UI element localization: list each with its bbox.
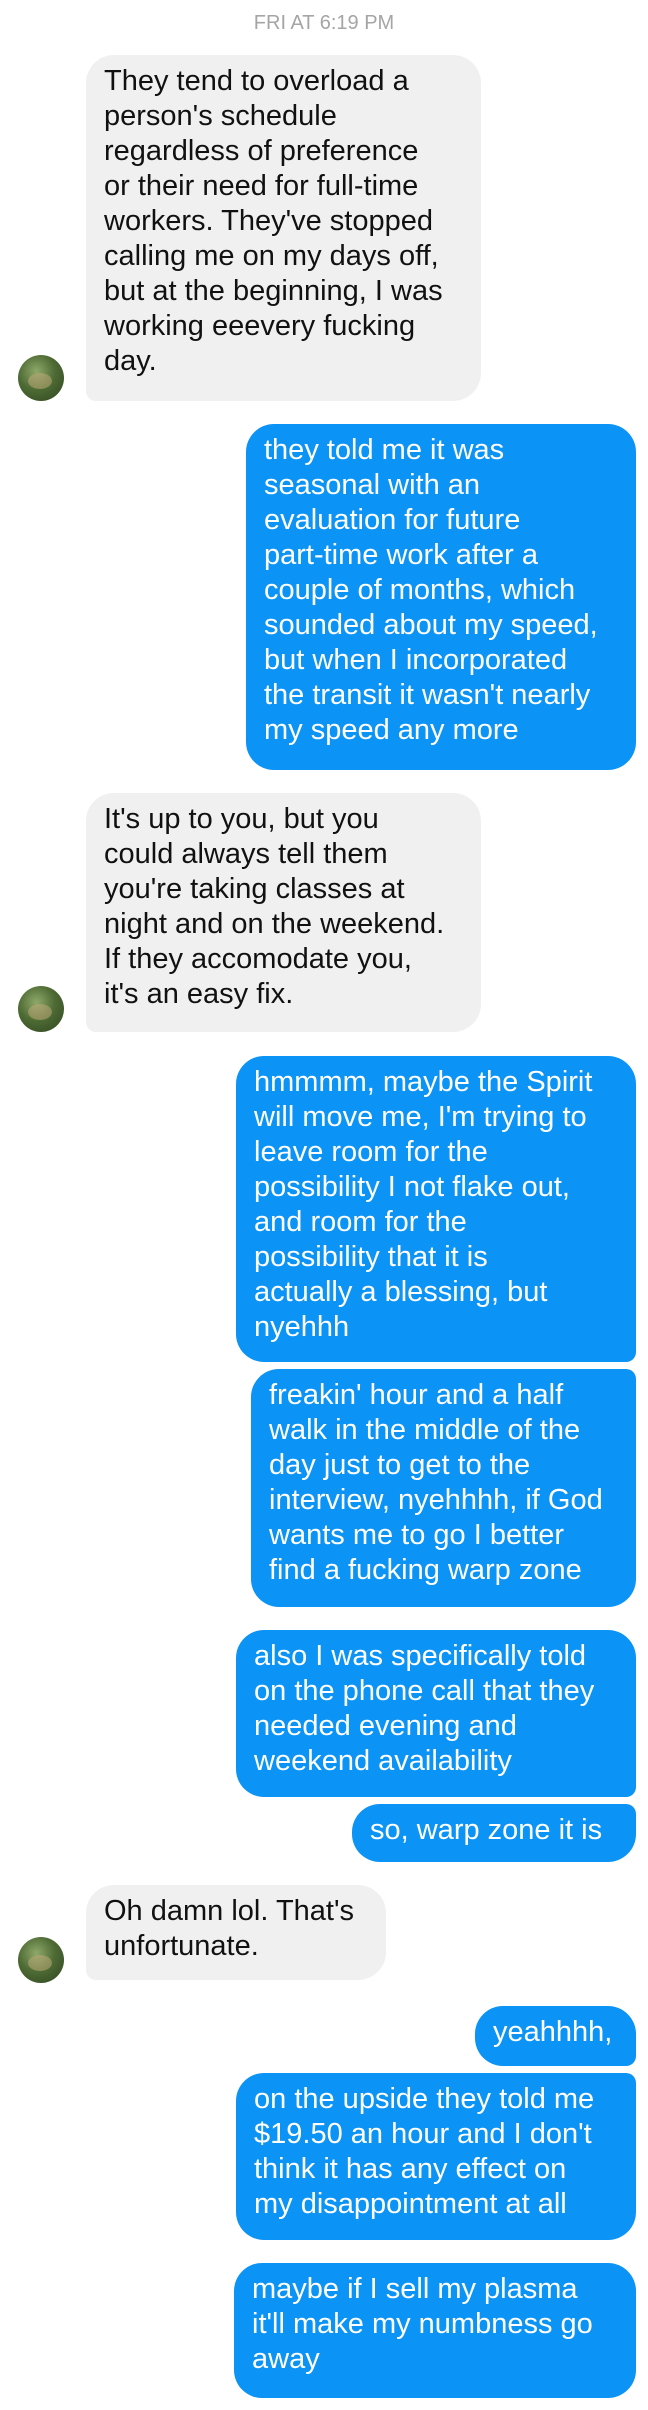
message-outgoing[interactable]: freakin' hour and a half walk in the mid… xyxy=(251,1369,636,1607)
avatar[interactable] xyxy=(18,355,64,401)
timestamp: FRI AT 6:19 PM xyxy=(253,12,395,34)
message-outgoing[interactable]: they told me it was seasonal with an eva… xyxy=(246,424,636,770)
avatar[interactable] xyxy=(18,1937,64,1983)
avatar[interactable] xyxy=(18,986,64,1032)
message-outgoing[interactable]: also I was specifically told on the phon… xyxy=(236,1630,636,1797)
message-outgoing[interactable]: on the upside they told me $19.50 an hou… xyxy=(236,2073,636,2240)
message-outgoing[interactable]: maybe if I sell my plasma it'll make my … xyxy=(234,2263,636,2398)
message-incoming[interactable]: It's up to you, but you could always tel… xyxy=(86,793,481,1032)
message-incoming[interactable]: They tend to overload a person's schedul… xyxy=(86,55,481,401)
message-outgoing[interactable]: hmmmm, maybe the Spirit will move me, I'… xyxy=(236,1056,636,1362)
message-outgoing[interactable]: so, warp zone it is xyxy=(352,1804,636,1862)
message-outgoing[interactable]: yeahhhh, xyxy=(475,2006,636,2066)
message-incoming[interactable]: Oh damn lol. That's unfortunate. xyxy=(86,1885,386,1980)
